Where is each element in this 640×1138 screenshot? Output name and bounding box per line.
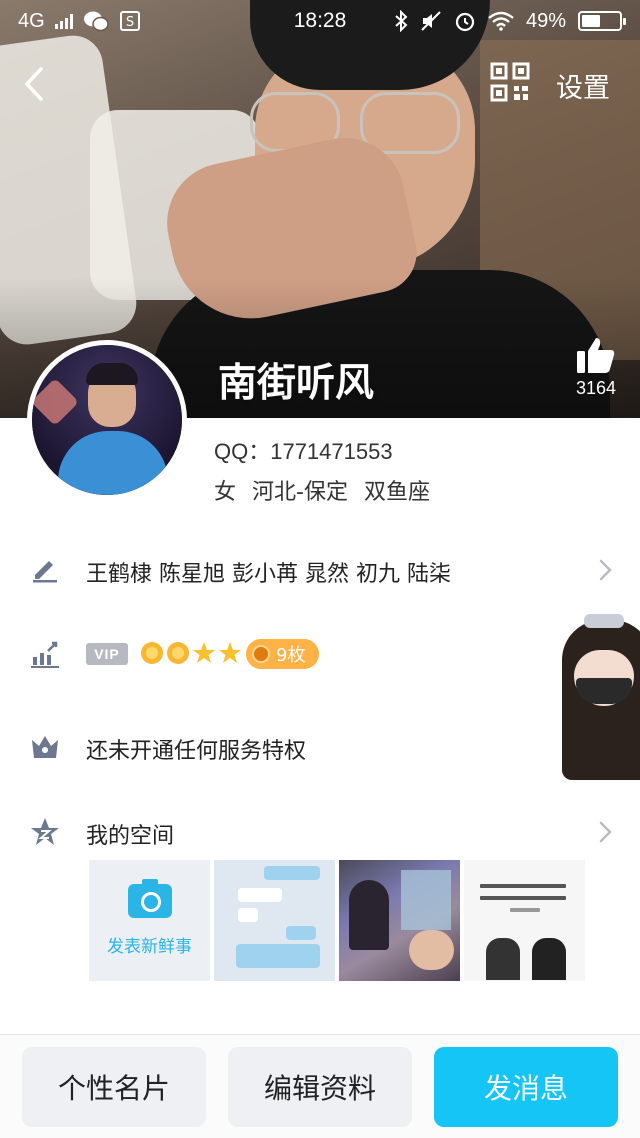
download-notification-icon: S — [119, 11, 140, 31]
space-title: 我的空间 — [86, 824, 175, 849]
star-icon — [193, 642, 215, 663]
wifi-icon — [488, 11, 514, 31]
level-row[interactable]: VIP 9枚 — [0, 634, 640, 674]
wechat-icon — [83, 11, 109, 32]
qr-code-icon — [490, 62, 530, 102]
space-photo-strip: 发表新鲜事 — [89, 860, 585, 981]
crown-icon — [30, 731, 60, 761]
anime-sticker[interactable] — [562, 600, 640, 780]
chevron-left-icon — [25, 67, 43, 101]
mute-icon — [421, 11, 441, 31]
status-left: 4G S — [18, 10, 238, 33]
chevron-right-icon — [599, 559, 612, 581]
profile-nickname: 南街听风 — [218, 361, 375, 406]
battery-level — [582, 15, 600, 27]
status-bar: 4G S 18:28 49% — [0, 0, 640, 42]
sticker-mask — [576, 678, 632, 704]
level-chart-icon — [30, 639, 60, 669]
card-text-line — [480, 896, 566, 900]
chat-bubble — [264, 866, 320, 880]
sun-icon — [167, 642, 189, 664]
space-photo-card[interactable] — [464, 860, 585, 981]
battery-icon — [578, 11, 626, 31]
status-right: 49% — [394, 9, 626, 33]
sun-icon — [141, 642, 163, 664]
send-message-button[interactable]: 发消息 — [434, 1047, 618, 1127]
chat-bubble — [238, 908, 258, 922]
business-card-button[interactable]: 个性名片 — [22, 1047, 206, 1127]
photo-figure — [409, 930, 454, 970]
new-post-tile[interactable]: 发表新鲜事 — [89, 860, 210, 981]
like-button[interactable]: 3164 — [566, 336, 626, 399]
signal-icon — [54, 13, 73, 29]
qzone-star-icon — [30, 817, 60, 847]
signature-row[interactable]: 王鹤棣 陈星旭 彭小苒 晁然 初九 陆柒 — [0, 550, 640, 590]
gender-label: 女 — [214, 480, 237, 505]
medal-count: 9枚 — [276, 645, 306, 666]
constellation-label: 双鱼座 — [363, 480, 430, 505]
chat-bubble — [236, 944, 320, 968]
sticker-crown — [584, 614, 624, 628]
battery-percent: 49% — [525, 9, 566, 32]
card-photo — [532, 938, 566, 980]
medal-count-chip[interactable]: 9枚 — [246, 639, 320, 669]
signature-text: 王鹤棣 陈星旭 彭小苒 晁然 初九 陆柒 — [86, 562, 451, 587]
service-row[interactable]: 还未开通任何服务特权 — [0, 726, 640, 766]
camera-icon — [127, 879, 172, 918]
svg-text:S: S — [126, 15, 134, 30]
cover-glasses — [360, 92, 460, 154]
chat-bubble — [238, 888, 282, 902]
alarm-icon — [455, 12, 475, 32]
level-icons — [140, 641, 242, 665]
bottom-action-bar: 个性名片 编辑资料 发消息 — [0, 1034, 640, 1138]
space-photo-picture[interactable] — [339, 860, 460, 981]
qq-number: QQ：1771471553 — [214, 439, 393, 464]
location-label: 河北-保定 — [252, 480, 348, 505]
thumbs-up-icon — [577, 338, 615, 373]
card-photo — [486, 938, 520, 980]
pencil-icon — [30, 554, 60, 584]
like-count: 3164 — [575, 378, 617, 398]
star-icon — [219, 642, 241, 663]
profile-meta: 女 河北-保定 双鱼座 — [214, 474, 430, 506]
edit-profile-button[interactable]: 编辑资料 — [228, 1047, 412, 1127]
space-row[interactable]: 我的空间 — [0, 812, 640, 852]
medal-icon — [252, 645, 270, 663]
card-text-line — [510, 908, 540, 912]
avatar-person-hair — [86, 363, 138, 385]
space-photo-chat[interactable] — [214, 860, 335, 981]
card-text-line — [480, 884, 566, 888]
new-post-label: 发表新鲜事 — [107, 937, 192, 957]
photo-figure — [349, 880, 389, 950]
network-label: 4G — [18, 9, 45, 32]
chevron-right-icon — [599, 821, 612, 843]
qr-code-button[interactable] — [490, 62, 534, 106]
chat-bubble — [286, 926, 316, 940]
avatar[interactable] — [27, 340, 187, 500]
back-button[interactable] — [14, 62, 54, 106]
bluetooth-icon — [395, 10, 408, 32]
photo-poster — [401, 870, 451, 930]
service-text: 还未开通任何服务特权 — [86, 739, 307, 764]
settings-button[interactable]: 设置 — [556, 66, 610, 105]
vip-badge: VIP — [86, 643, 128, 665]
